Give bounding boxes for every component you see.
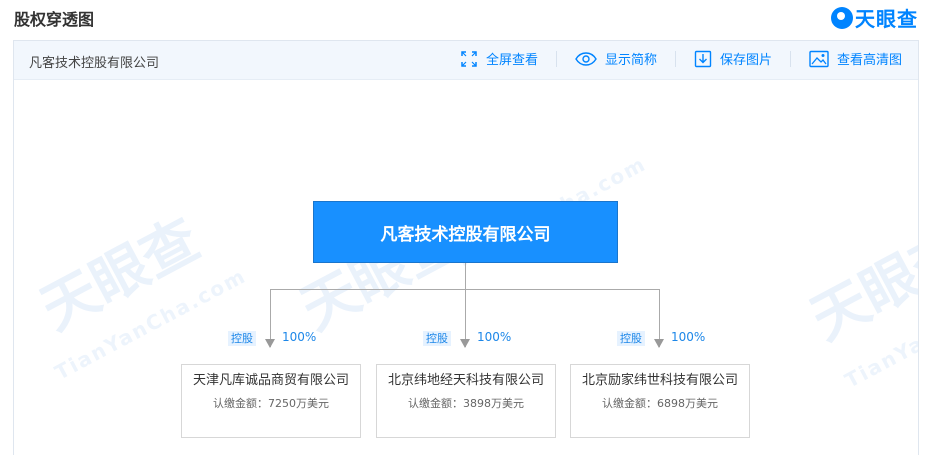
save-image-button[interactable]: 保存图片 <box>694 49 772 68</box>
view-hd-image-label: 查看高清图 <box>836 53 902 68</box>
toolbar-divider <box>555 50 557 67</box>
chart-toolbar: 凡客技术控股有限公司 全屏查看 显示简称 保存图片 查看高清图 <box>14 41 918 80</box>
arrow-down-icon <box>460 339 470 348</box>
subscribed-amount: 认缴金额：7250万美元 <box>213 397 329 410</box>
equity-chart-panel: 凡客技术控股有限公司 全屏查看 显示简称 保存图片 查看高清图 天眼查 Tian… <box>13 40 919 455</box>
fullscreen-button[interactable]: 全屏查看 <box>460 49 538 68</box>
chart-canvas[interactable]: 天眼查 TianYanCha.com 天眼查 TianYanCha.com 天眼… <box>14 80 918 455</box>
subscribed-amount: 认缴金额：3898万美元 <box>408 397 524 410</box>
subscribed-amount: 认缴金额：6898万美元 <box>602 397 718 410</box>
show-short-name-button[interactable]: 显示简称 <box>575 49 657 68</box>
subsidiary-node[interactable]: 北京励家纬世科技有限公司 认缴金额：6898万美元 <box>570 364 750 438</box>
share-percent: 100% <box>477 330 512 344</box>
toolbar-divider <box>674 50 676 67</box>
subsidiary-name: 北京励家纬世科技有限公司 <box>581 373 738 388</box>
show-short-name-label: 显示简称 <box>604 53 657 68</box>
toolbar-actions: 全屏查看 显示简称 保存图片 查看高清图 <box>460 49 902 68</box>
subsidiary-name: 北京纬地经天科技有限公司 <box>387 373 544 388</box>
relation-tag: 控股 <box>228 331 256 346</box>
subsidiary-name: 天津凡库诚品商贸有限公司 <box>192 373 349 388</box>
tianyancha-logo-icon <box>831 6 853 29</box>
relation-tag: 控股 <box>423 331 451 346</box>
page-header: 股权穿透图 天眼查 <box>0 0 934 36</box>
page-title: 股权穿透图 <box>14 10 95 29</box>
relation-tag: 控股 <box>617 331 645 346</box>
share-percent: 100% <box>671 330 706 344</box>
share-percent: 100% <box>282 330 317 344</box>
eye-icon <box>575 51 597 66</box>
watermark-text: 天眼查 <box>800 216 919 354</box>
root-company-node[interactable]: 凡客技术控股有限公司 <box>313 201 618 263</box>
toolbar-divider <box>789 50 791 67</box>
fullscreen-label: 全屏查看 <box>485 53 538 68</box>
brand-name: 天眼查 <box>855 7 918 31</box>
connector-line <box>465 263 466 347</box>
image-icon <box>809 50 829 67</box>
arrow-down-icon <box>654 339 664 348</box>
brand-logo[interactable]: 天眼查 <box>831 3 918 32</box>
watermark-text: 天眼查 <box>30 206 210 344</box>
download-icon <box>694 50 712 67</box>
save-image-label: 保存图片 <box>719 53 772 68</box>
subsidiary-node[interactable]: 天津凡库诚品商贸有限公司 认缴金额：7250万美元 <box>181 364 361 438</box>
arrow-down-icon <box>265 339 275 348</box>
fullscreen-icon <box>461 50 477 67</box>
view-hd-image-button[interactable]: 查看高清图 <box>809 49 902 68</box>
company-name-label: 凡客技术控股有限公司 <box>29 56 160 71</box>
subsidiary-node[interactable]: 北京纬地经天科技有限公司 认缴金额：3898万美元 <box>376 364 556 438</box>
connector-line <box>270 289 660 290</box>
